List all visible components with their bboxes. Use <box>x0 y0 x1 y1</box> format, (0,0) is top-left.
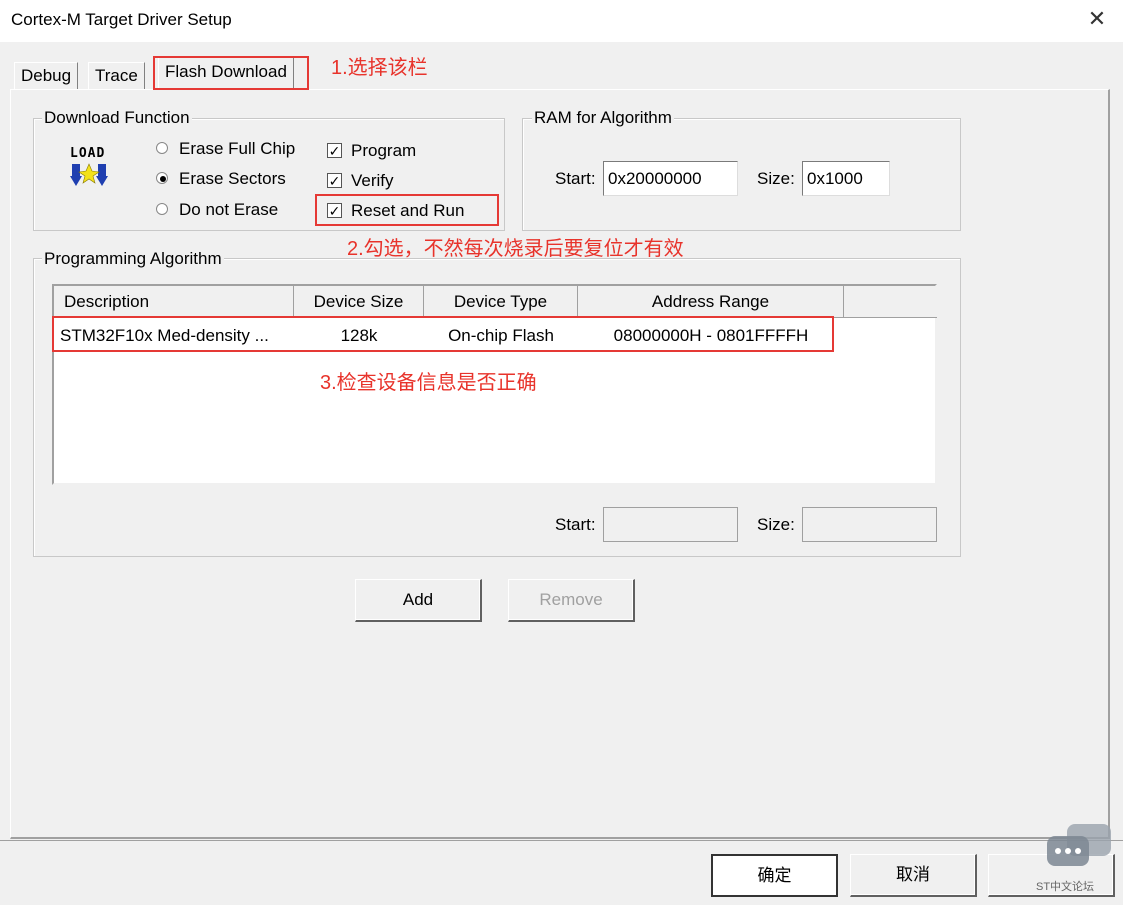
ram-start-input[interactable]: 0x20000000 <box>603 161 738 196</box>
algo-start-input <box>603 507 738 542</box>
title-bar: Cortex-M Target Driver Setup ✕ <box>0 0 1123 42</box>
program-checkbox[interactable]: ✓ <box>327 143 342 158</box>
erase-full-chip-radio[interactable] <box>156 142 168 154</box>
ok-button[interactable]: 确定 <box>711 854 838 897</box>
remove-button[interactable]: Remove <box>508 579 635 622</box>
tab-label: Debug <box>21 66 72 85</box>
download-function-title: Download Function <box>42 108 192 128</box>
annotation-3: 3.检查设备信息是否正确 <box>320 372 537 394</box>
column-header-device-type[interactable]: Device Type <box>424 286 578 318</box>
tab-debug[interactable]: Debug <box>14 62 79 90</box>
close-icon[interactable]: ✕ <box>1086 6 1108 32</box>
ram-size-input[interactable]: 0x1000 <box>802 161 890 196</box>
erase-sectors-label: Erase Sectors <box>179 169 286 188</box>
ram-size-label: Size: <box>757 169 795 188</box>
do-not-erase-radio[interactable] <box>156 203 168 215</box>
window-title: Cortex-M Target Driver Setup <box>11 10 232 29</box>
annotation-1: 1.选择该栏 <box>331 57 428 79</box>
load-icon: LOAD <box>68 146 118 194</box>
erase-sectors-radio[interactable] <box>156 172 168 184</box>
highlight-box-reset <box>315 194 499 226</box>
load-icon-label: LOAD <box>70 146 106 161</box>
algo-size-label: Size: <box>757 515 795 534</box>
erase-full-chip-label: Erase Full Chip <box>179 139 296 158</box>
do-not-erase-label: Do not Erase <box>179 200 279 219</box>
column-header-description[interactable]: Description <box>54 286 294 318</box>
bottom-separator <box>0 840 1123 841</box>
chat-bubble-icon <box>1047 824 1111 866</box>
watermark-text: ST中文论坛 <box>1036 881 1095 893</box>
load-arrows-icon <box>70 163 108 186</box>
tab-trace[interactable]: Trace <box>88 62 145 90</box>
ram-for-algorithm-title: RAM for Algorithm <box>532 108 674 128</box>
highlight-box-tab <box>153 56 309 90</box>
ram-start-label: Start: <box>555 169 596 188</box>
tab-label: Trace <box>95 66 138 85</box>
algo-size-input <box>802 507 937 542</box>
algo-start-label: Start: <box>555 515 596 534</box>
verify-checkbox[interactable]: ✓ <box>327 173 342 188</box>
program-label: Program <box>351 141 417 160</box>
column-header-empty <box>844 286 937 318</box>
column-header-device-size[interactable]: Device Size <box>294 286 424 318</box>
add-button[interactable]: Add <box>355 579 482 622</box>
verify-label: Verify <box>351 171 394 190</box>
highlight-box-row <box>52 316 834 352</box>
column-header-address-range[interactable]: Address Range <box>578 286 844 318</box>
programming-algorithm-title: Programming Algorithm <box>42 249 224 269</box>
cancel-button[interactable]: 取消 <box>850 854 977 897</box>
